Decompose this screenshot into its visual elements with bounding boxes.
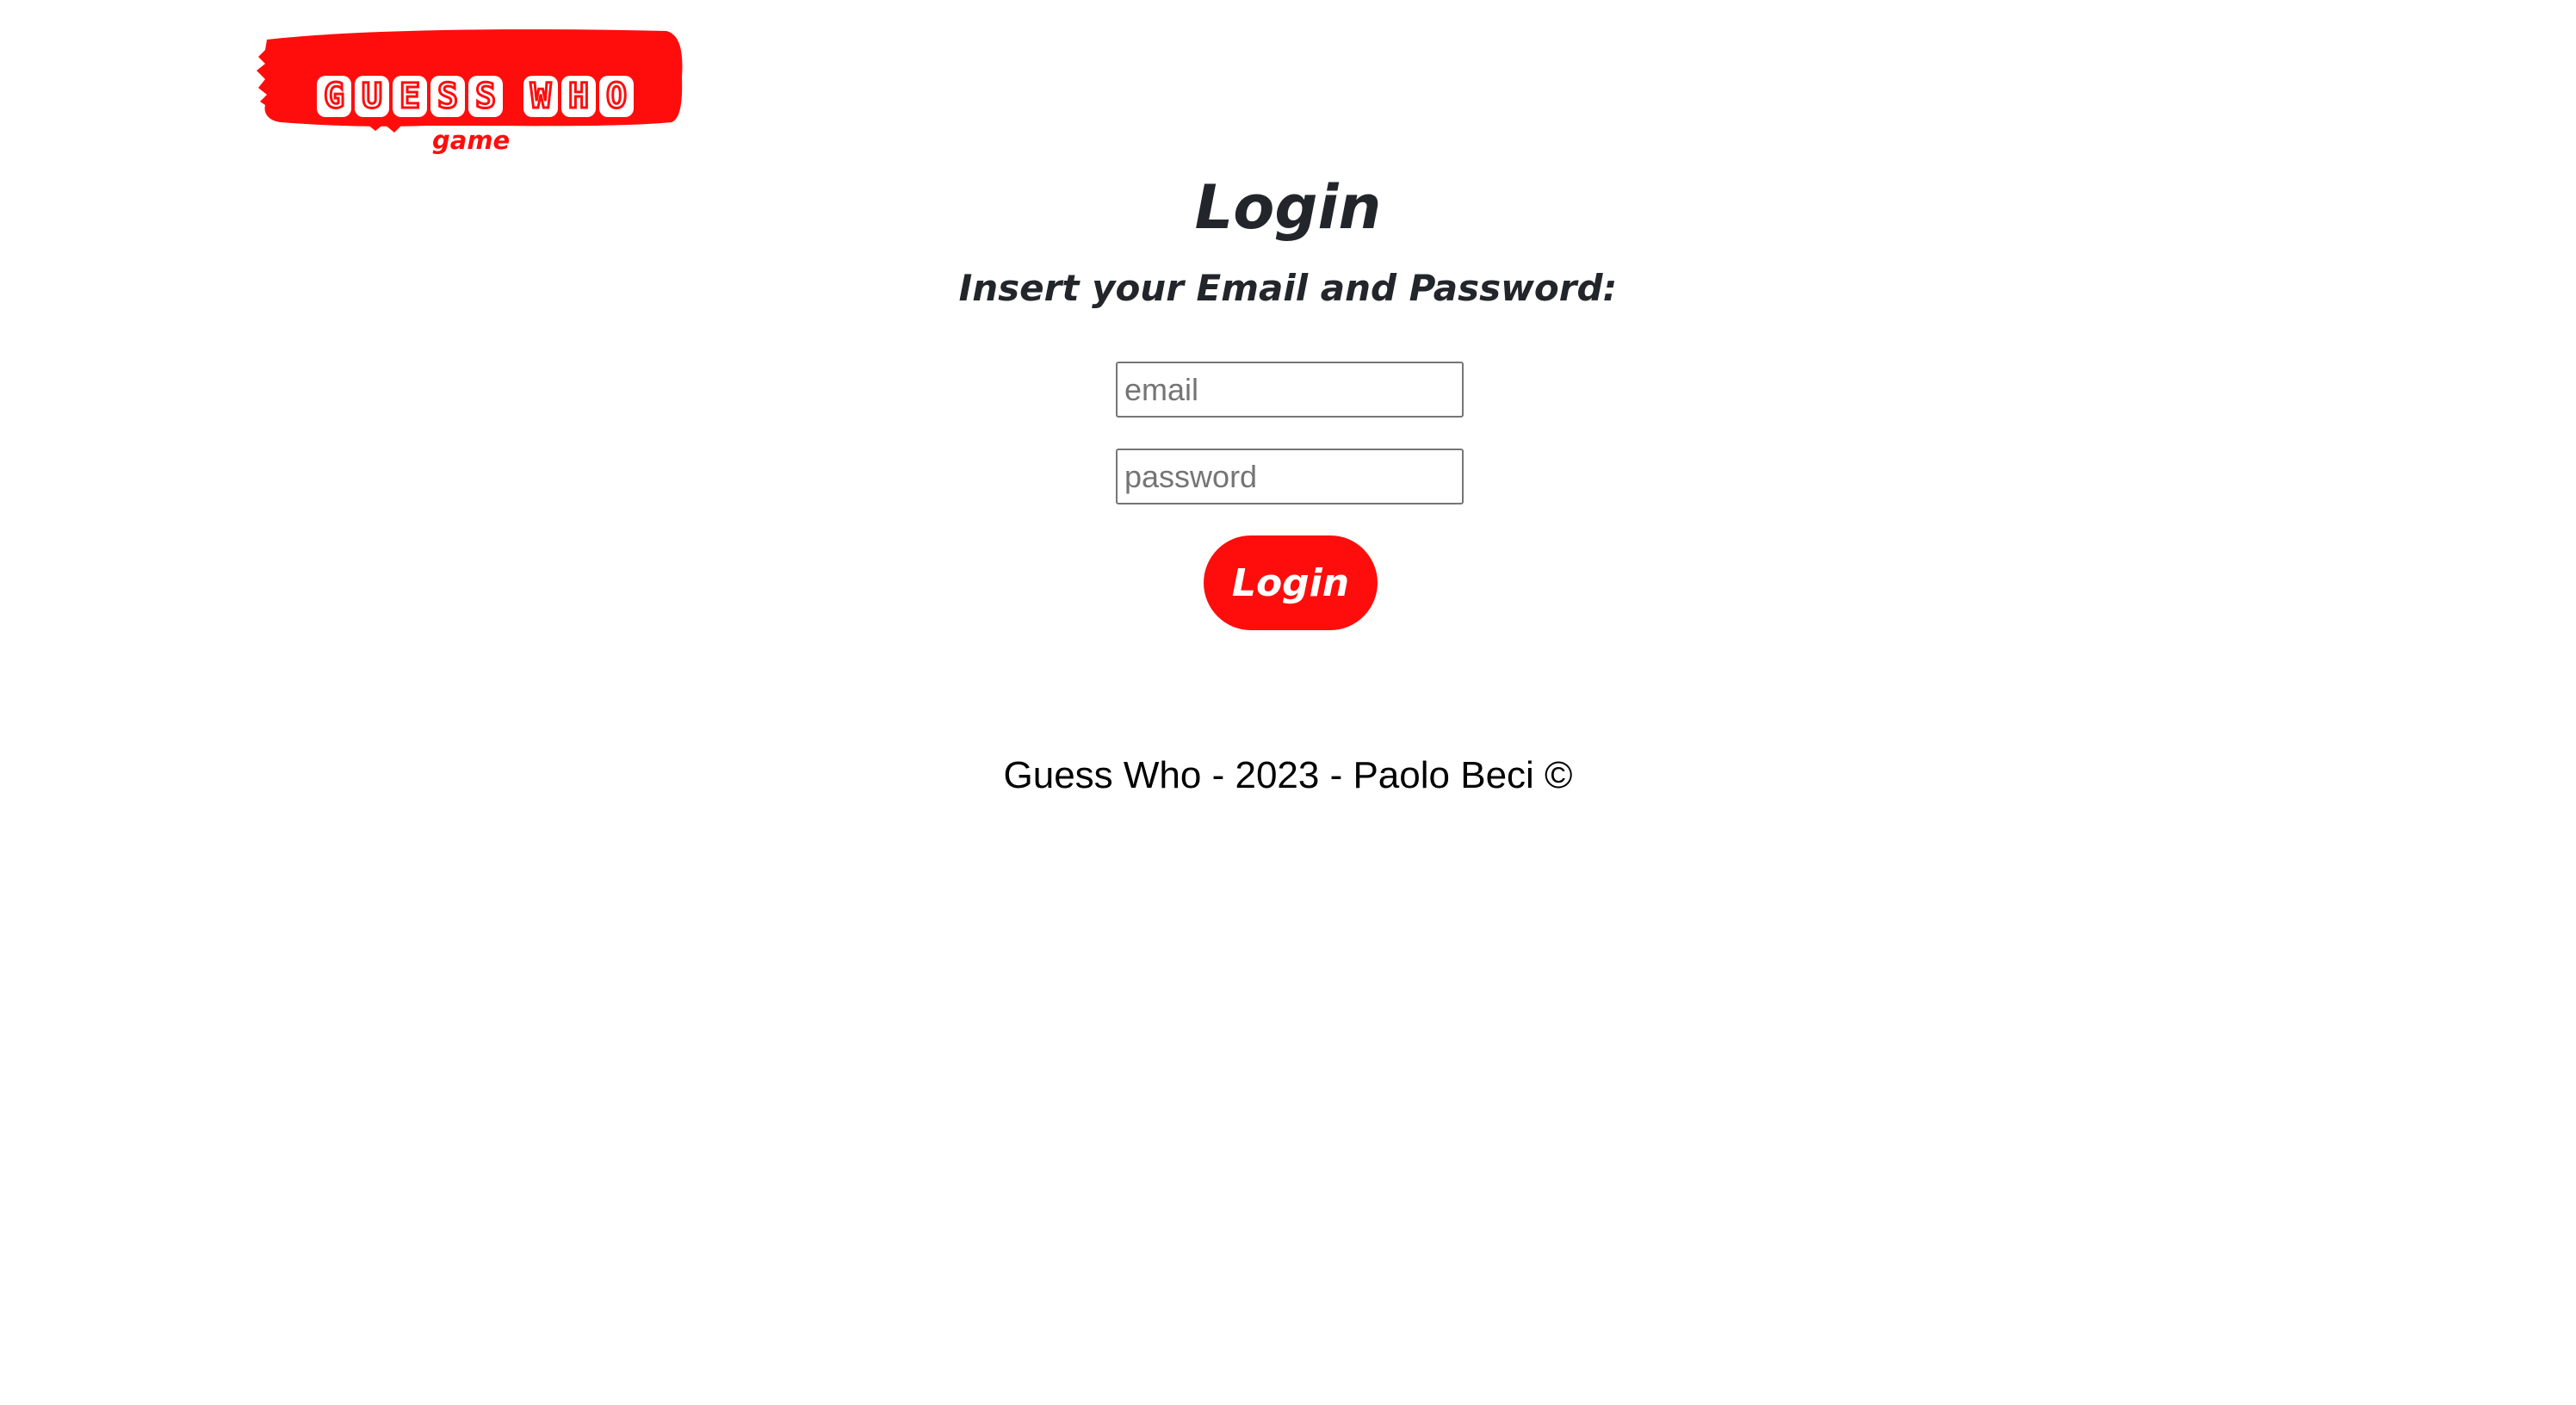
password-field[interactable] bbox=[1116, 449, 1464, 504]
guess-who-logo[interactable]: G U E S S W H O game bbox=[255, 26, 684, 164]
logo-tile: U bbox=[355, 76, 389, 117]
footer-copyright: Guess Who - 2023 - Paolo Beci © bbox=[1003, 754, 1573, 796]
login-instructions: Insert your Email and Password: bbox=[958, 267, 1618, 309]
logo-tile: W bbox=[523, 76, 558, 117]
logo-tile: S bbox=[468, 76, 503, 117]
logo-word-gap bbox=[506, 76, 520, 117]
logo-tile: E bbox=[393, 76, 427, 117]
page-title: Login bbox=[1194, 172, 1382, 243]
logo-tile: O bbox=[599, 76, 634, 117]
login-page: G U E S S W H O game Login Insert your E… bbox=[0, 0, 2576, 1405]
logo-tile: H bbox=[561, 76, 596, 117]
logo-tile: S bbox=[430, 76, 465, 117]
logo-subtitle: game bbox=[432, 126, 511, 155]
email-field[interactable] bbox=[1116, 362, 1464, 418]
login-button[interactable]: Login bbox=[1204, 535, 1378, 630]
logo-letter-tiles: G U E S S W H O bbox=[317, 76, 634, 117]
logo-tile: G bbox=[317, 76, 351, 117]
